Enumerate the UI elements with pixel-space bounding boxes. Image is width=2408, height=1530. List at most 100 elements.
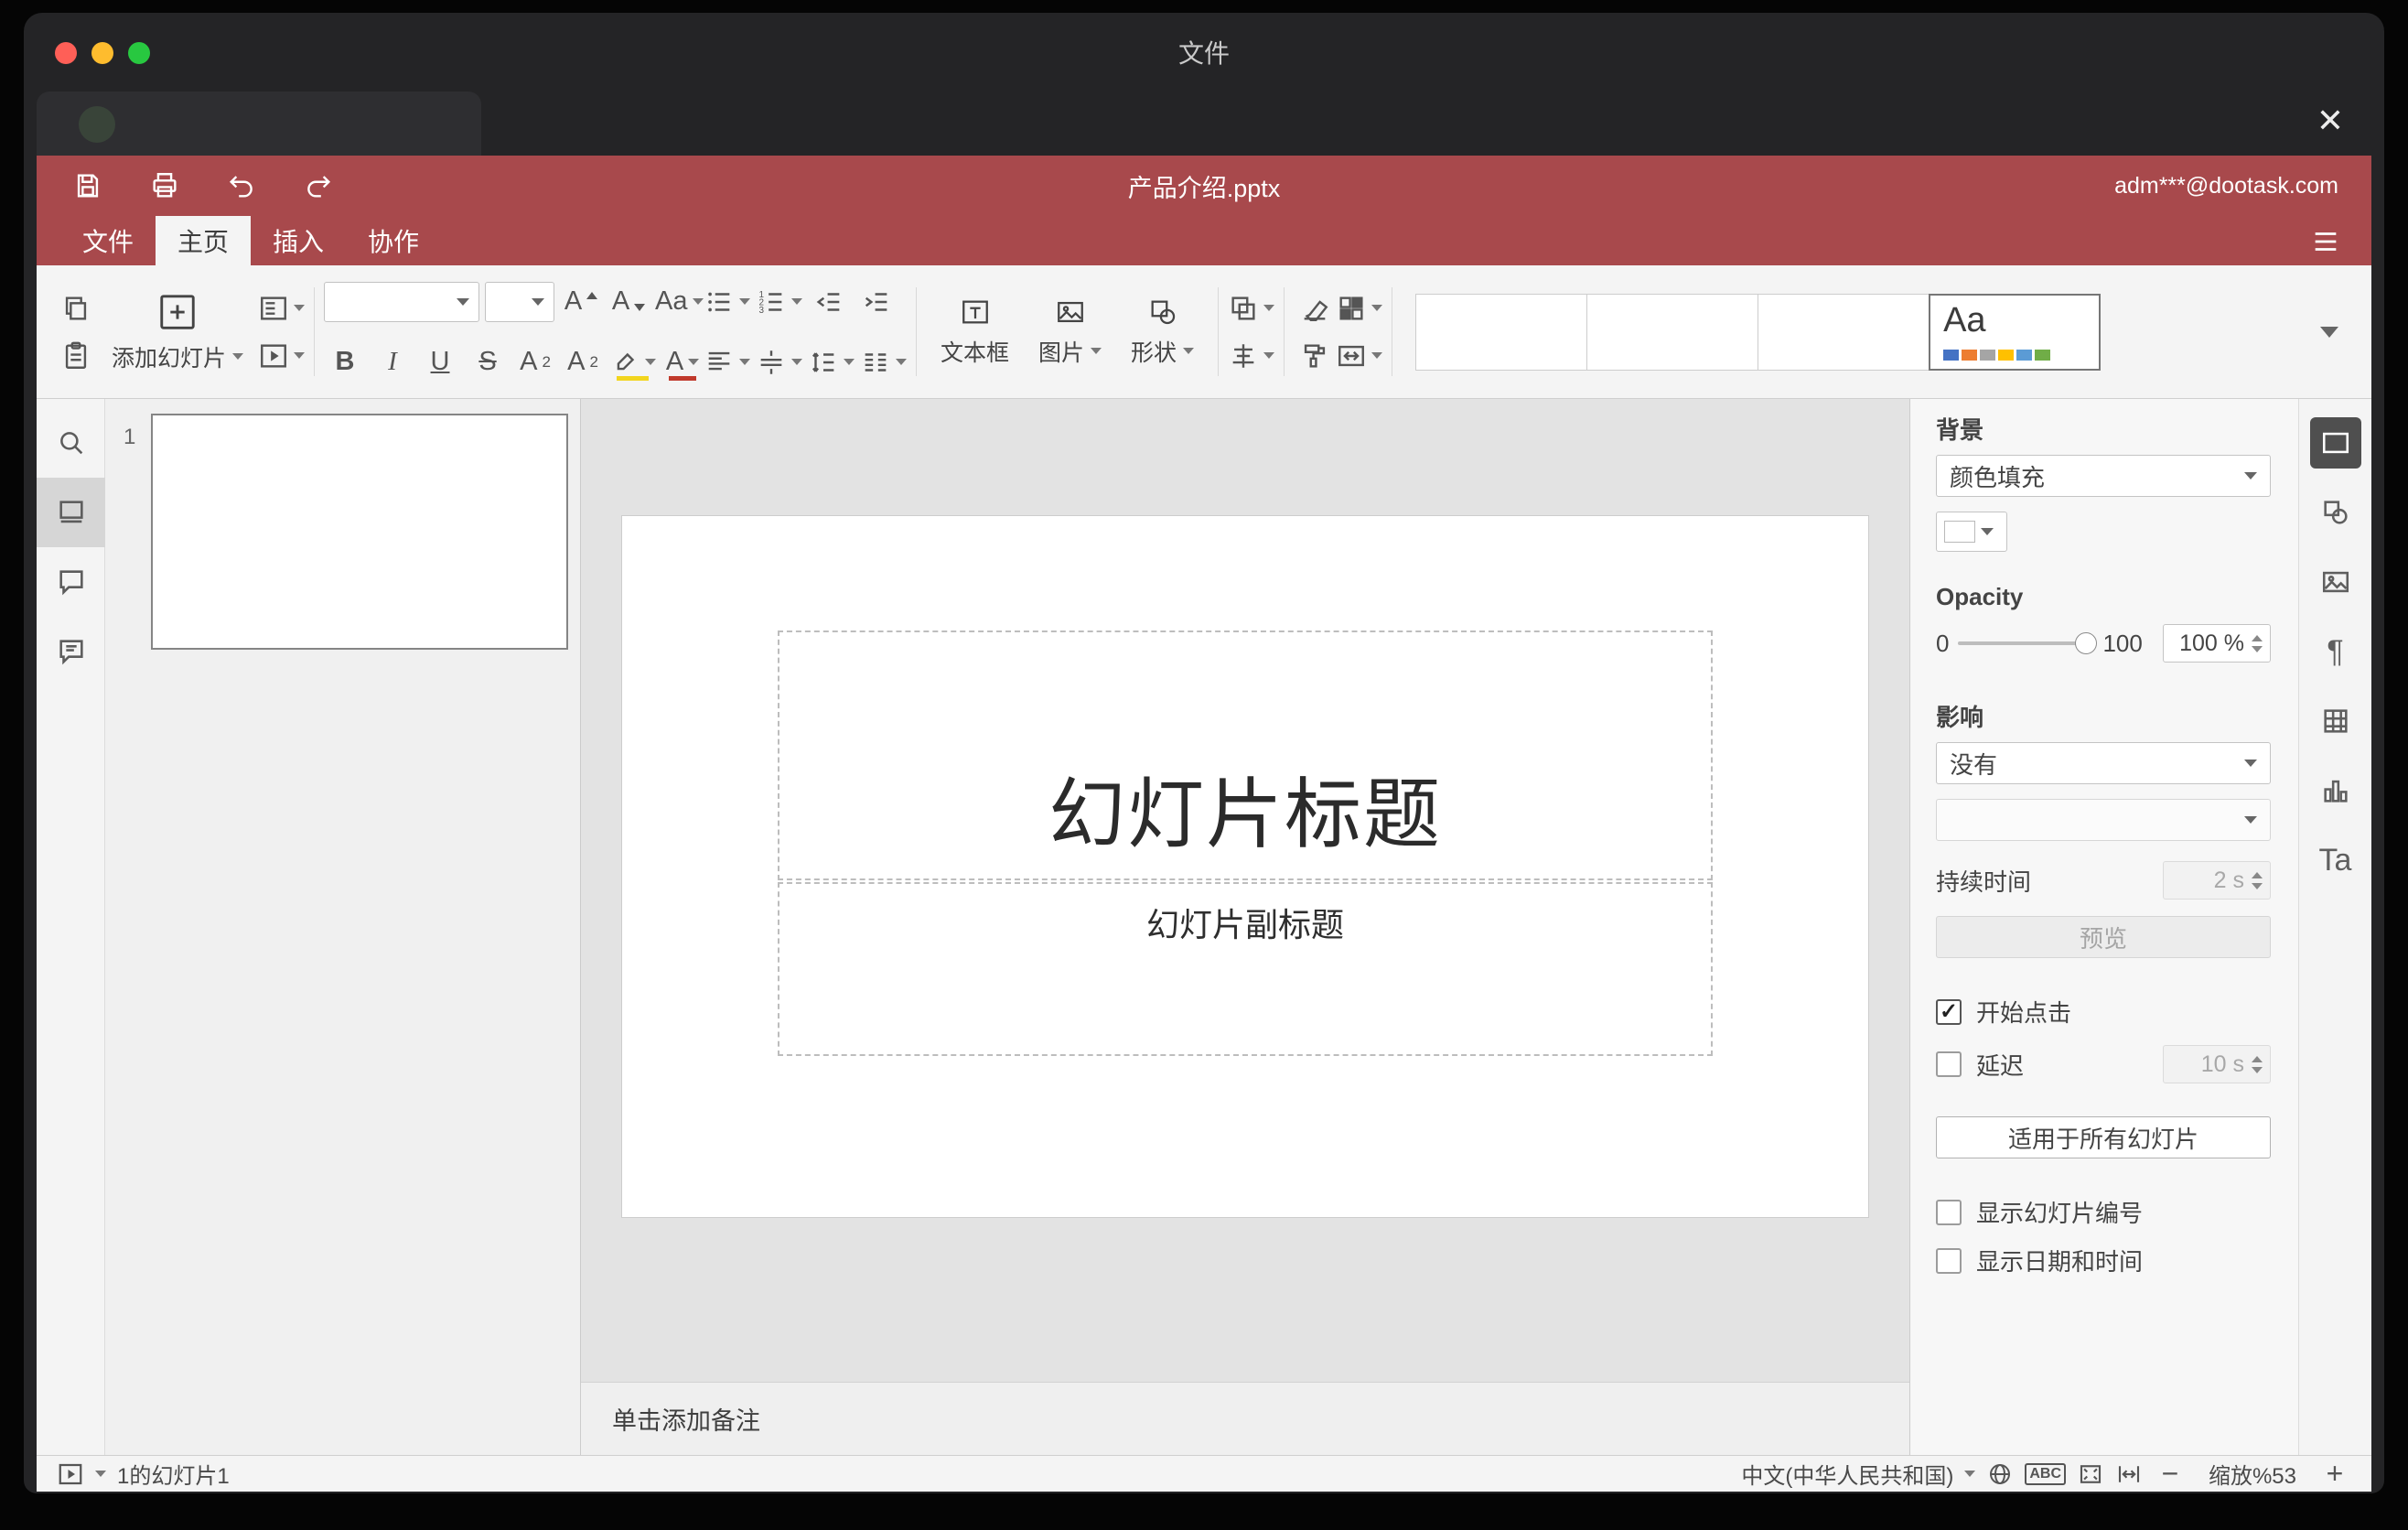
background-label: 背景	[1936, 416, 1984, 444]
font-name-select[interactable]	[324, 281, 480, 322]
decrease-indent-button[interactable]	[808, 279, 850, 325]
avatar	[79, 106, 115, 143]
subtitle-placeholder[interactable]: 幻灯片副标题	[778, 882, 1713, 1056]
slide-size-button[interactable]	[1336, 333, 1383, 379]
close-icon[interactable]: ✕	[2317, 104, 2344, 137]
title-placeholder[interactable]: 幻灯片标题	[778, 630, 1713, 880]
insert-textbox-button[interactable]: 文本框	[926, 271, 1024, 393]
tab-home[interactable]: 主页	[156, 216, 252, 265]
effect-select[interactable]: 没有	[1936, 742, 2271, 784]
fit-slide-button[interactable]	[2077, 1460, 2104, 1488]
textart-settings-button[interactable]: Ta	[2299, 825, 2372, 895]
gallery-expand-button[interactable]	[2309, 303, 2349, 361]
spinner-arrows[interactable]	[2252, 634, 2263, 652]
tab-file[interactable]: 文件	[60, 216, 156, 265]
bold-button[interactable]: B	[324, 339, 366, 385]
table-settings-button[interactable]	[2299, 686, 2372, 756]
status-bar: 1的幻灯片1 中文(中华人民共和国) ABC − 缩放%53 +	[37, 1455, 2371, 1492]
italic-button[interactable]: I	[371, 339, 414, 385]
strikethrough-button[interactable]: S	[467, 339, 509, 385]
background-fill-select[interactable]: 颜色填充	[1936, 455, 2271, 497]
numbering-button[interactable]: 123	[756, 279, 803, 325]
slide-layout-icon	[261, 296, 286, 320]
subscript-button[interactable]: A2	[562, 339, 604, 385]
chat-button[interactable]	[37, 617, 105, 686]
decrease-font-button[interactable]: A	[607, 279, 650, 325]
numbering-icon: 123	[759, 290, 782, 316]
theme-gallery: Aa	[1415, 271, 2102, 393]
slide-layout-button[interactable]	[258, 286, 306, 331]
copy-button[interactable]	[55, 286, 97, 331]
add-slide-button[interactable]: 添加幻灯片	[97, 271, 258, 393]
chevron-down-icon[interactable]	[95, 1471, 106, 1477]
slide[interactable]: 幻灯片标题 幻灯片副标题	[622, 516, 1868, 1217]
underline-button[interactable]: U	[419, 339, 461, 385]
delay-checkbox[interactable]	[1936, 1051, 1962, 1077]
background-color-picker[interactable]	[1936, 512, 2007, 552]
fit-width-button[interactable]	[2115, 1460, 2143, 1488]
opacity-slider[interactable]	[1958, 632, 2098, 654]
zoom-in-button[interactable]: +	[2318, 1457, 2351, 1491]
comments-button[interactable]	[37, 547, 105, 617]
chart-settings-button[interactable]	[2299, 756, 2372, 825]
superscript-button[interactable]: A2	[514, 339, 556, 385]
arrange-shapes-button[interactable]	[1228, 286, 1275, 331]
slide-settings-button[interactable]	[2299, 408, 2372, 478]
apply-all-button[interactable]: 适用于所有幻灯片	[1936, 1116, 2271, 1158]
horizontal-align-button[interactable]	[704, 339, 751, 385]
globe-icon	[1990, 1463, 2011, 1484]
increase-indent-button[interactable]	[855, 279, 898, 325]
clear-style-button[interactable]	[1294, 286, 1336, 331]
set-language-button[interactable]	[1986, 1460, 2014, 1488]
tab-collaboration[interactable]: 协作	[346, 216, 441, 265]
notes-area[interactable]: 单击添加备注	[581, 1382, 1909, 1455]
font-size-select[interactable]	[485, 281, 555, 322]
menu-button[interactable]	[2307, 225, 2344, 258]
align-shapes-button[interactable]	[1228, 333, 1275, 379]
zoom-out-button[interactable]: −	[2154, 1457, 2187, 1491]
increase-font-button[interactable]: A	[560, 279, 602, 325]
paste-button[interactable]	[55, 333, 97, 379]
zoom-level[interactable]: 缩放%53	[2198, 1458, 2307, 1490]
effect-type-select[interactable]	[1936, 799, 2271, 841]
insert-image-button[interactable]: 图片	[1024, 271, 1116, 393]
theme-slot-1[interactable]	[1415, 293, 1588, 371]
print-button[interactable]	[146, 167, 183, 204]
slide-thumbnail[interactable]	[151, 414, 568, 650]
undo-button[interactable]	[223, 167, 260, 204]
chevron-down-icon	[791, 298, 803, 305]
start-slideshow-button[interactable]	[258, 333, 306, 379]
bullets-button[interactable]	[704, 279, 751, 325]
theme-slot-3[interactable]	[1758, 293, 1930, 371]
copy-style-button[interactable]	[1294, 333, 1336, 379]
paragraph-settings-button[interactable]: ¶	[2299, 617, 2372, 686]
show-slide-number-checkbox[interactable]	[1936, 1199, 1962, 1225]
highlight-color-button[interactable]	[609, 339, 657, 385]
theme-slot-2[interactable]	[1586, 293, 1759, 371]
opacity-spinner[interactable]: 100 %	[2163, 624, 2271, 663]
add-slide-icon	[160, 294, 195, 329]
font-color-button[interactable]: A	[661, 339, 704, 385]
align-shapes-icon	[1232, 343, 1254, 368]
tab-insert[interactable]: 插入	[251, 216, 346, 265]
search-button[interactable]	[37, 408, 105, 478]
columns-button[interactable]	[860, 339, 908, 385]
line-spacing-button[interactable]	[808, 339, 855, 385]
language-label[interactable]: 中文(中华人民共和国)	[1741, 1458, 1953, 1490]
macos-window: 文件 ✕ 产品介绍.pptx adm***@dootask.com 文件 主页 …	[24, 13, 2384, 1493]
insert-shape-button[interactable]: 形状	[1116, 271, 1209, 393]
slides-panel-button[interactable]	[37, 478, 105, 547]
theme-slot-selected[interactable]: Aa	[1929, 293, 2102, 371]
shape-settings-button[interactable]	[2299, 478, 2372, 547]
start-on-click-checkbox[interactable]: ✓	[1936, 998, 1962, 1025]
vertical-align-button[interactable]	[756, 339, 803, 385]
image-settings-button[interactable]	[2299, 547, 2372, 617]
save-button[interactable]	[70, 167, 106, 204]
spellcheck-button[interactable]: ABC	[2025, 1462, 2066, 1485]
start-slideshow-statusbar-button[interactable]	[57, 1460, 84, 1488]
change-case-button[interactable]: Aa	[655, 279, 704, 325]
slider-knob[interactable]	[2075, 632, 2098, 654]
color-scheme-button[interactable]	[1336, 286, 1383, 331]
show-date-time-checkbox[interactable]	[1936, 1247, 1962, 1274]
redo-button[interactable]	[300, 167, 337, 204]
